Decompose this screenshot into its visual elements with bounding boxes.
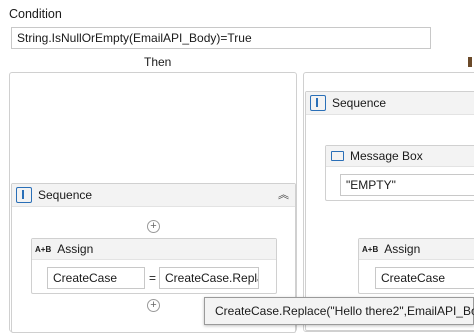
sequence-icon: [16, 187, 32, 203]
message-box-text-field[interactable]: "EMPTY": [340, 174, 474, 196]
condition-expression-field[interactable]: String.IsNullOrEmpty(EmailAPI_Body)=True: [11, 27, 431, 49]
condition-label: Condition: [9, 7, 62, 21]
else-sequence-header[interactable]: Sequence: [306, 92, 474, 115]
then-assign-header: A+B Assign: [32, 239, 276, 260]
message-box-icon: [331, 151, 344, 161]
value-tooltip: CreateCase.Replace("Hello there2",EmailA…: [204, 297, 474, 325]
else-assign-title: Assign: [384, 242, 421, 256]
then-assign-title: Assign: [57, 242, 94, 256]
else-sequence-title: Sequence: [332, 96, 387, 110]
message-box-title: Message Box: [350, 149, 423, 163]
assign-icon: A+B: [362, 244, 379, 254]
else-sequence[interactable]: Sequence: [305, 91, 474, 331]
assign-icon: A+B: [35, 244, 52, 254]
else-label-fragment: [468, 57, 472, 67]
then-label: Then: [144, 55, 172, 69]
then-sequence-header[interactable]: Sequence ︽: [12, 184, 295, 207]
assign-operator: =: [149, 271, 157, 285]
assign-value-field[interactable]: CreateCase.Replace: [159, 267, 259, 289]
else-assign-to-field[interactable]: CreateCase: [375, 267, 474, 289]
sequence-icon: [310, 95, 326, 111]
tooltip-text: CreateCase.Replace("Hello there2",EmailA…: [215, 304, 474, 318]
add-activity-icon-bottom[interactable]: +: [147, 299, 160, 312]
assign-to-field[interactable]: CreateCase: [47, 267, 145, 289]
then-sequence-title: Sequence: [38, 188, 93, 202]
add-activity-icon[interactable]: +: [147, 220, 160, 233]
else-assign-header: A+B Assign: [359, 239, 474, 260]
double-chevron-up-icon[interactable]: ︽: [278, 190, 289, 201]
message-box-header: Message Box: [326, 146, 474, 167]
